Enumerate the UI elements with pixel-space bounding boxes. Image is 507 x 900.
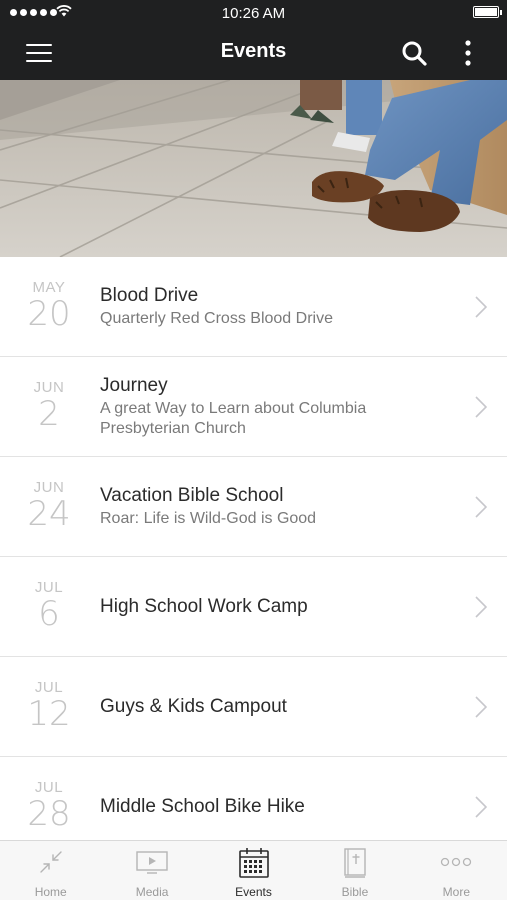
tab-events[interactable]: Events (203, 841, 304, 900)
status-time: 10:26 AM (221, 5, 286, 22)
event-subtitle: Roar: Life is Wild-God is Good (100, 510, 317, 527)
event-row-guys-kids-campout[interactable]: JUL 12 Guys & Kids Campout (0, 657, 507, 757)
event-title: Blood Drive (100, 285, 199, 306)
tab-label: Events (235, 885, 272, 899)
status-bar: 10:26 AM (0, 0, 507, 26)
event-title: Guys & Kids Campout (100, 695, 287, 717)
event-row-vacation-bible-school[interactable]: JUN 24 Vacation Bible School Roar: Life … (0, 457, 507, 557)
chevron-right-icon (475, 796, 487, 818)
tab-media[interactable]: Media (101, 841, 202, 900)
event-date: MAY 20 (20, 279, 78, 331)
home-icon (40, 851, 62, 873)
tab-label: Bible (341, 885, 369, 899)
chevron-right-icon (475, 396, 487, 418)
event-day: 24 (27, 494, 71, 534)
event-title: High School Work Camp (100, 595, 308, 617)
media-icon (136, 851, 168, 874)
page-title: Events (220, 40, 287, 62)
tab-home[interactable]: Home (0, 841, 101, 900)
event-title: Vacation Bible School (100, 485, 284, 506)
search-icon[interactable] (400, 39, 428, 67)
events-list: MAY 20 Blood Drive Quarterly Red Cross B… (0, 257, 507, 840)
event-date: JUN 24 (20, 479, 78, 531)
nav-bar: Events (0, 26, 507, 80)
event-day: 20 (27, 294, 71, 334)
event-day: 6 (38, 594, 60, 634)
tab-label: More (442, 885, 470, 899)
chevron-right-icon (475, 696, 487, 718)
event-date: JUL 28 (20, 779, 78, 831)
chevron-right-icon (475, 296, 487, 318)
event-subtitle: A great Way to Learn about Columbia Pres… (100, 400, 367, 437)
tab-label: Media (135, 885, 169, 899)
event-day: 28 (27, 794, 71, 834)
event-subtitle: Quarterly Red Cross Blood Drive (100, 310, 333, 327)
hero-image (0, 80, 507, 257)
event-date: JUN 2 (20, 379, 78, 431)
hamburger-menu-icon[interactable] (24, 41, 54, 65)
event-row-high-school-work-camp[interactable]: JUL 6 High School Work Camp (0, 557, 507, 657)
tab-bar: Home Media Events Bible More (0, 840, 507, 900)
calendar-icon (238, 848, 269, 878)
bible-icon (344, 848, 366, 878)
event-day: 2 (38, 394, 60, 434)
event-row-middle-school-bike-hike[interactable]: JUL 28 Middle School Bike Hike (0, 757, 507, 840)
chevron-right-icon (475, 596, 487, 618)
tab-more[interactable]: More (406, 841, 507, 900)
more-options-icon[interactable] (458, 38, 478, 68)
event-title: Journey (100, 375, 168, 396)
battery-icon (473, 6, 502, 18)
event-date: JUL 6 (20, 579, 78, 631)
tab-label: Home (34, 885, 67, 899)
tab-bible[interactable]: Bible (304, 841, 405, 900)
event-title: Middle School Bike Hike (100, 795, 305, 817)
event-date: JUL 12 (20, 679, 78, 731)
chevron-right-icon (475, 496, 487, 518)
event-row-blood-drive[interactable]: MAY 20 Blood Drive Quarterly Red Cross B… (0, 257, 507, 357)
event-row-journey[interactable]: JUN 2 Journey A great Way to Learn about… (0, 357, 507, 457)
event-day: 12 (27, 694, 71, 734)
more-dots-icon (441, 857, 472, 867)
